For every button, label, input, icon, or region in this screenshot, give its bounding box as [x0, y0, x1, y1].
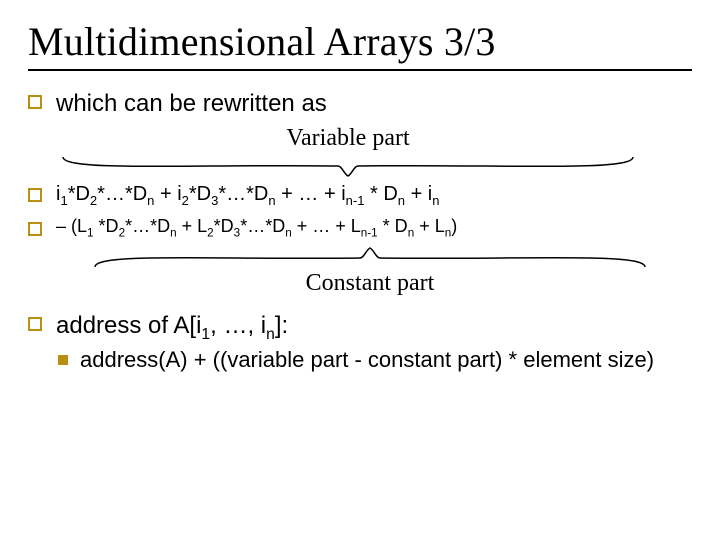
- b4-dots: , …, i: [210, 312, 266, 339]
- f2-tail: ): [451, 216, 457, 236]
- square-bullet-icon: [28, 317, 42, 331]
- f2-p4: + L: [177, 216, 208, 236]
- f1-p3: *…*D: [97, 183, 147, 205]
- f1-p2: *D: [68, 183, 90, 205]
- bullet-row-3: – (L1 *D2*…*Dn + L2*D3*…*Dn + … + Ln-1 *…: [28, 216, 692, 238]
- f2-p9: + L: [414, 216, 445, 236]
- bullet-text-1: which can be rewritten as: [56, 89, 327, 119]
- bullet-text-4: address of A[i1, …, in]:: [56, 311, 288, 341]
- f2-lead: – (L: [56, 216, 87, 236]
- title-underline: [28, 69, 692, 71]
- formula-variable-part: i1*D2*…*Dn + i2*D3*…*Dn + … + in-1 * Dn …: [56, 182, 440, 206]
- f1-s6: n: [268, 193, 275, 208]
- f1-p5: *D: [189, 183, 211, 205]
- variable-part-label: Variable part: [58, 125, 638, 152]
- bullet-text-5: address(A) + ((variable part - constant …: [80, 347, 654, 373]
- slide: Multidimensional Arrays 3/3 which can be…: [0, 0, 720, 540]
- b4-tail: ]:: [275, 312, 288, 339]
- f2-p2: *D: [94, 216, 119, 236]
- brace-up-icon: [90, 244, 650, 272]
- f2-p6: *…*D: [240, 216, 285, 236]
- b4-p1: address of A[i: [56, 312, 201, 339]
- f2-s7: n-1: [361, 227, 378, 240]
- f1-s8: n: [398, 193, 405, 208]
- f1-s9: n: [432, 193, 439, 208]
- f1-s4: 2: [182, 193, 189, 208]
- f1-p4: + i: [154, 183, 181, 205]
- f2-p3: *…*D: [125, 216, 170, 236]
- bullet-row-2: i1*D2*…*Dn + i2*D3*…*Dn + … + in-1 * Dn …: [28, 182, 692, 206]
- b4-sub1: 1: [201, 325, 210, 342]
- variable-part-group: Variable part: [58, 125, 692, 180]
- content: which can be rewritten as Variable part …: [28, 89, 692, 373]
- square-bullet-icon: [28, 222, 42, 236]
- bullet-row-1: which can be rewritten as: [28, 89, 692, 119]
- constant-part-label: Constant part: [90, 270, 650, 297]
- f2-p7: + … + L: [292, 216, 361, 236]
- formula-constant-part: – (L1 *D2*…*Dn + L2*D3*…*Dn + … + Ln-1 *…: [56, 216, 457, 238]
- slide-title: Multidimensional Arrays 3/3: [28, 18, 692, 65]
- square-bullet-icon: [28, 188, 42, 202]
- f1-p6: *…*D: [218, 183, 268, 205]
- square-small-bullet-icon: [58, 355, 68, 365]
- constant-part-group: Constant part: [90, 244, 692, 297]
- f1-s7: n-1: [346, 193, 365, 208]
- f1-p9: + i: [405, 183, 432, 205]
- b4-subn: n: [266, 325, 275, 342]
- f2-p8: * D: [378, 216, 408, 236]
- sub-bullet-row-5: address(A) + ((variable part - constant …: [58, 347, 692, 373]
- bullet-row-4: address of A[i1, …, in]:: [28, 311, 692, 341]
- square-bullet-icon: [28, 95, 42, 109]
- f1-p8: * D: [364, 183, 397, 205]
- f1-p7: + … + i: [276, 183, 346, 205]
- f1-s1: 1: [60, 193, 67, 208]
- f2-p5: *D: [214, 216, 234, 236]
- brace-down-icon: [58, 152, 638, 180]
